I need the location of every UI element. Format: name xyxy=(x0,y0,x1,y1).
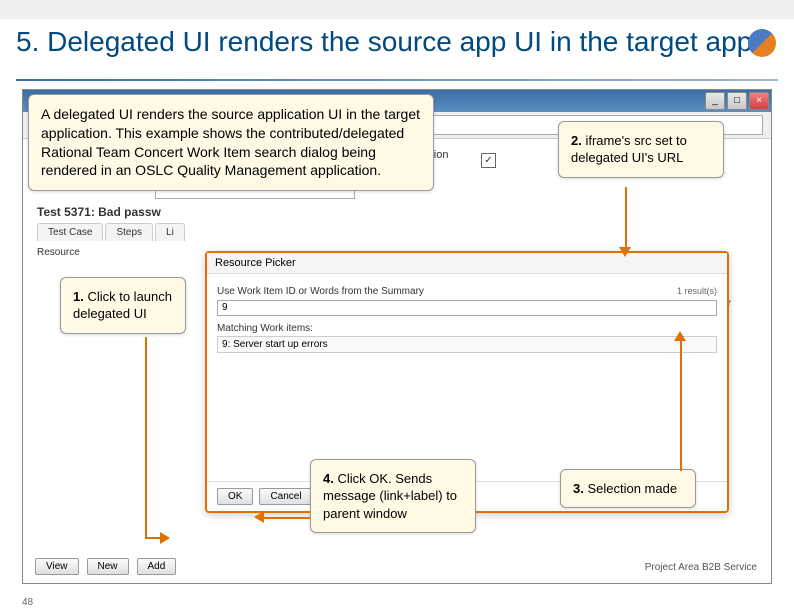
project-area-text: Project Area B2B Service xyxy=(645,562,757,573)
arrow-3 xyxy=(680,336,682,471)
slide-title: 5. Delegated UI renders the source app U… xyxy=(0,19,794,61)
callout-step-1: 1. Click to launch delegated UI xyxy=(60,277,186,334)
page-number: 48 xyxy=(22,597,33,608)
action-buttons: View New Add xyxy=(35,558,176,575)
dialog-title: Resource Picker xyxy=(207,253,727,274)
tab-test-case[interactable]: Test Case xyxy=(37,223,103,241)
new-button[interactable]: New xyxy=(87,558,129,575)
search-label: Use Work Item ID or Words from the Summa… xyxy=(217,286,717,297)
window-close-button[interactable]: × xyxy=(749,92,769,110)
window-minimize-button[interactable]: _ xyxy=(705,92,725,110)
arrow-4 xyxy=(260,517,310,519)
title-divider xyxy=(16,79,778,81)
matching-label: Matching Work items: xyxy=(217,323,717,334)
arrow-1-head-icon xyxy=(160,532,170,544)
cancel-button[interactable]: Cancel xyxy=(259,488,312,505)
arrow-1 xyxy=(145,337,147,537)
ok-button[interactable]: OK xyxy=(217,488,253,505)
tab-steps[interactable]: Steps xyxy=(105,223,153,241)
callout-step-3: 3. Selection made xyxy=(560,469,696,509)
view-button[interactable]: View xyxy=(35,558,79,575)
arrow-4-head-icon xyxy=(254,511,264,523)
test-tabs: Test Case Steps Li xyxy=(37,223,757,241)
callout-main: A delegated UI renders the source applic… xyxy=(28,94,434,192)
tab-links[interactable]: Li xyxy=(155,223,185,241)
window-maximize-button[interactable]: □ xyxy=(727,92,747,110)
result-item[interactable]: 9: Server start up errors xyxy=(217,336,717,353)
callout-step-4: 4. Click OK. Sends message (link+label) … xyxy=(310,459,476,534)
arrow-3-head-icon xyxy=(674,331,686,341)
test-title: Test 5371: Bad passw xyxy=(37,205,757,219)
search-input[interactable] xyxy=(217,300,717,316)
config-checkbox[interactable]: ✓ xyxy=(481,153,496,168)
callout-step-2: 2. iframe's src set to delegated UI's UR… xyxy=(558,121,724,178)
add-button[interactable]: Add xyxy=(137,558,177,575)
company-logo-icon xyxy=(748,29,776,57)
results-count: 1 result(s) xyxy=(677,286,717,296)
arrow-2-head-icon xyxy=(619,247,631,257)
arrow-2 xyxy=(625,187,627,252)
